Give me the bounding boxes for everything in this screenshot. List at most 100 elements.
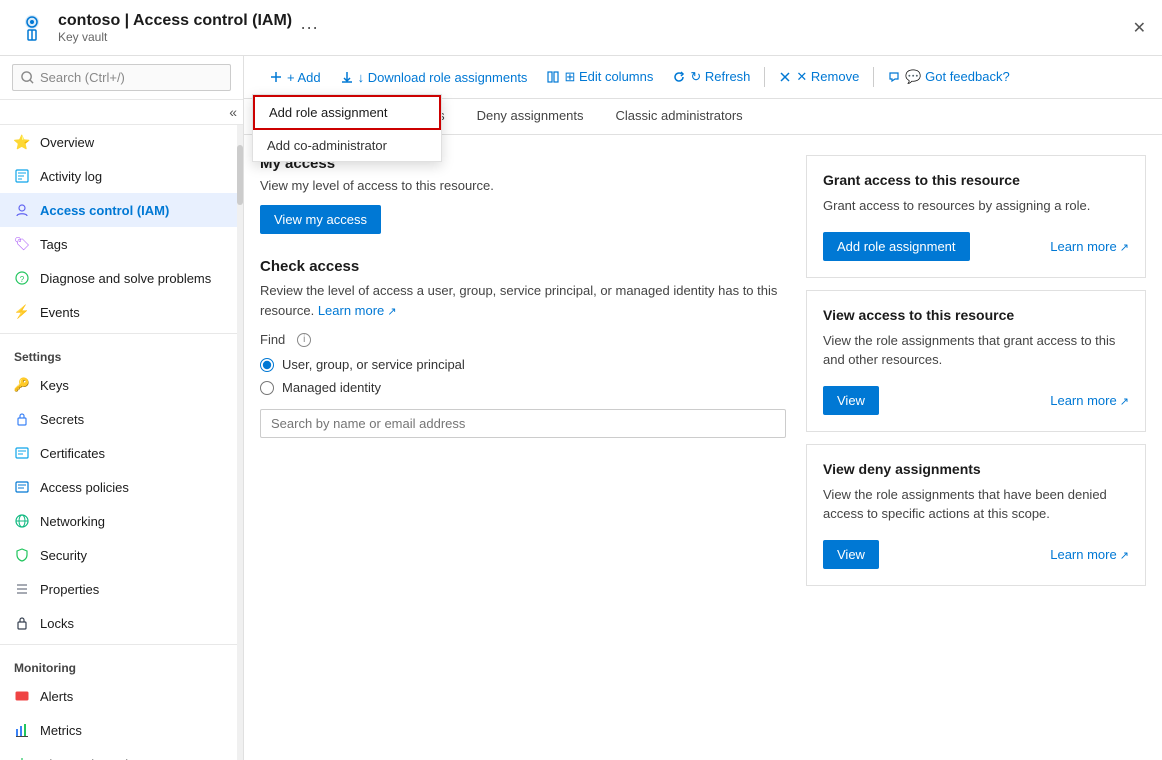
my-access-section: My access View my level of access to thi… bbox=[260, 155, 786, 234]
grant-access-learn-more[interactable]: Learn more bbox=[1050, 239, 1129, 254]
collapse-button[interactable]: « bbox=[229, 104, 237, 120]
find-row: Find i bbox=[260, 332, 786, 347]
view-my-access-button[interactable]: View my access bbox=[260, 205, 381, 234]
sidebar-item-security[interactable]: Security bbox=[0, 538, 243, 572]
radio-managed-identity[interactable]: Managed identity bbox=[260, 380, 786, 395]
sidebar-label-access-control: Access control (IAM) bbox=[40, 203, 169, 218]
sidebar-label-properties: Properties bbox=[40, 582, 99, 597]
monitoring-section-label: Monitoring bbox=[0, 649, 243, 679]
security-icon bbox=[14, 547, 30, 563]
download-label: ↓ Download role assignments bbox=[358, 70, 528, 85]
download-icon bbox=[341, 71, 353, 83]
sidebar-item-networking[interactable]: Networking bbox=[0, 504, 243, 538]
sidebar-label-metrics: Metrics bbox=[40, 723, 82, 738]
sidebar-label-certificates: Certificates bbox=[40, 446, 105, 461]
tab-label-classic-administrators: Classic administrators bbox=[616, 108, 743, 123]
check-access-section: Check access Review the level of access … bbox=[260, 258, 786, 438]
view-access-learn-more[interactable]: Learn more bbox=[1050, 393, 1129, 408]
events-icon: ⚡ bbox=[14, 304, 30, 320]
sidebar-scroll: ⭐ Overview Activity log Access control (… bbox=[0, 125, 243, 760]
sidebar-label-secrets: Secrets bbox=[40, 412, 84, 427]
sidebar-label-tags: Tags bbox=[40, 237, 67, 252]
sidebar-item-events[interactable]: ⚡ Events bbox=[0, 295, 243, 329]
locks-icon bbox=[14, 615, 30, 631]
add-role-assignment-button[interactable]: Add role assignment bbox=[823, 232, 970, 261]
toolbar: + Add ↓ Download role assignments ⊞ Edit… bbox=[244, 56, 1162, 99]
sidebar-label-diagnose: Diagnose and solve problems bbox=[40, 271, 211, 286]
view-access-button[interactable]: View bbox=[823, 386, 879, 415]
radio-user-group[interactable]: User, group, or service principal bbox=[260, 357, 786, 372]
sidebar-item-access-policies[interactable]: Access policies bbox=[0, 470, 243, 504]
right-panel: Grant access to this resource Grant acce… bbox=[806, 155, 1146, 740]
sidebar-item-alerts[interactable]: Alerts bbox=[0, 679, 243, 713]
activity-log-icon bbox=[14, 168, 30, 184]
view-access-card-desc: View the role assignments that grant acc… bbox=[823, 331, 1129, 370]
sidebar-item-access-control[interactable]: Access control (IAM) bbox=[0, 193, 243, 227]
dropdown-add-role-assignment[interactable]: Add role assignment bbox=[253, 95, 441, 130]
add-label: + Add bbox=[287, 70, 321, 85]
access-policies-icon bbox=[14, 479, 30, 495]
sidebar-item-diagnostic-settings[interactable]: Diagnostic settings bbox=[0, 747, 243, 760]
access-control-icon bbox=[14, 202, 30, 218]
overview-icon: ⭐ bbox=[14, 134, 30, 150]
certificates-icon bbox=[14, 445, 30, 461]
sidebar-item-overview[interactable]: ⭐ Overview bbox=[0, 125, 243, 159]
refresh-button[interactable]: ↻ Refresh bbox=[663, 64, 760, 90]
sidebar-item-secrets[interactable]: Secrets bbox=[0, 402, 243, 436]
radio-user-group-label: User, group, or service principal bbox=[282, 357, 465, 372]
main-layout: Search (Ctrl+/) « ⭐ Overview Activity lo… bbox=[0, 56, 1162, 760]
add-button[interactable]: + Add bbox=[260, 65, 331, 90]
tab-deny-assignments[interactable]: Deny assignments bbox=[461, 99, 600, 134]
check-access-learn-more[interactable]: Learn more bbox=[318, 303, 397, 318]
keys-icon: 🔑 bbox=[14, 377, 30, 393]
sidebar: Search (Ctrl+/) « ⭐ Overview Activity lo… bbox=[0, 56, 244, 760]
search-icon bbox=[21, 71, 34, 84]
view-deny-learn-more[interactable]: Learn more bbox=[1050, 547, 1129, 562]
add-role-assignment-label: Add role assignment bbox=[269, 105, 388, 120]
tags-icon: 🏷 bbox=[14, 236, 30, 252]
sidebar-label-networking: Networking bbox=[40, 514, 105, 529]
more-button[interactable]: ··· bbox=[300, 17, 318, 38]
search-box[interactable]: Search (Ctrl+/) bbox=[0, 56, 243, 100]
close-button[interactable]: ✕ bbox=[1133, 18, 1146, 38]
sidebar-label-access-policies: Access policies bbox=[40, 480, 129, 495]
view-access-card-title: View access to this resource bbox=[823, 307, 1129, 323]
download-button[interactable]: ↓ Download role assignments bbox=[331, 65, 538, 90]
radio-managed-identity-input[interactable] bbox=[260, 381, 274, 395]
remove-button[interactable]: ✕ Remove bbox=[769, 64, 869, 90]
left-panel: My access View my level of access to thi… bbox=[260, 155, 786, 740]
properties-icon bbox=[14, 581, 30, 597]
secrets-icon bbox=[14, 411, 30, 427]
find-label: Find bbox=[260, 332, 285, 347]
sidebar-item-tags[interactable]: 🏷 Tags bbox=[0, 227, 243, 261]
sidebar-item-activity-log[interactable]: Activity log bbox=[0, 159, 243, 193]
content-body: My access View my level of access to thi… bbox=[244, 135, 1162, 760]
find-info-icon[interactable]: i bbox=[297, 333, 311, 347]
remove-label: ✕ Remove bbox=[796, 69, 859, 85]
sidebar-item-metrics[interactable]: Metrics bbox=[0, 713, 243, 747]
edit-columns-button[interactable]: ⊞ Edit columns bbox=[537, 64, 663, 90]
sidebar-item-keys[interactable]: 🔑 Keys bbox=[0, 368, 243, 402]
tab-classic-administrators[interactable]: Classic administrators bbox=[600, 99, 759, 134]
radio-user-group-input[interactable] bbox=[260, 358, 274, 372]
grant-access-card-desc: Grant access to resources by assigning a… bbox=[823, 196, 1129, 216]
feedback-label: 💬 Got feedback? bbox=[905, 69, 1009, 85]
view-deny-button[interactable]: View bbox=[823, 540, 879, 569]
sidebar-label-activity-log: Activity log bbox=[40, 169, 102, 184]
dropdown-add-co-admin[interactable]: Add co-administrator bbox=[253, 130, 441, 161]
sidebar-item-certificates[interactable]: Certificates bbox=[0, 436, 243, 470]
sidebar-label-keys: Keys bbox=[40, 378, 69, 393]
sidebar-item-properties[interactable]: Properties bbox=[0, 572, 243, 606]
search-input[interactable]: Search (Ctrl+/) bbox=[12, 64, 231, 91]
sidebar-label-locks: Locks bbox=[40, 616, 74, 631]
radio-managed-identity-label: Managed identity bbox=[282, 380, 381, 395]
sidebar-item-diagnose[interactable]: ? Diagnose and solve problems bbox=[0, 261, 243, 295]
app-icon bbox=[16, 12, 48, 44]
check-access-search[interactable] bbox=[260, 409, 786, 438]
settings-section-label: Settings bbox=[0, 338, 243, 368]
check-access-title: Check access bbox=[260, 258, 786, 275]
sidebar-item-locks[interactable]: Locks bbox=[0, 606, 243, 640]
svg-text:?: ? bbox=[20, 275, 25, 284]
feedback-button[interactable]: 💬 Got feedback? bbox=[878, 64, 1019, 90]
remove-icon bbox=[779, 71, 791, 83]
